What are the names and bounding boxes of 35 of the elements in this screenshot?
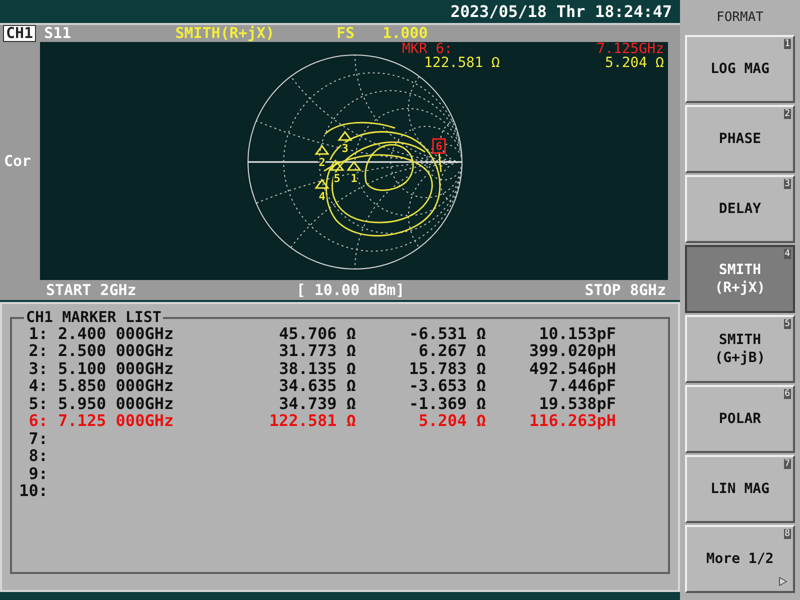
marker-equivalent-value: 116.263pH: [528, 411, 616, 432]
softkey-number: 2: [784, 109, 791, 119]
softkey-number: 1: [784, 39, 791, 49]
softkey-number: 8: [784, 529, 791, 539]
marker-equivalent-value: 10.153pF: [538, 322, 616, 344]
softkey-button[interactable]: POLAR 6: [685, 385, 795, 453]
marker-readout-reactance: 5.204 Ω: [604, 56, 664, 70]
correction-label: Cor: [4, 150, 32, 172]
format-label: SMITH(R+jX): [175, 23, 275, 44]
marker-readout-label: MKR 6:: [402, 42, 453, 56]
start-frequency: START 2GHz: [46, 280, 136, 301]
softkey-button[interactable]: SMITH (R+jX) 4: [685, 245, 795, 313]
softkey-number: 6: [784, 389, 791, 399]
date-time: 2023/05/18 Thr 18:24:47: [450, 0, 672, 22]
parameter-label: S11: [44, 23, 72, 44]
power-level: [ 10.00 dBm]: [296, 280, 405, 301]
softkey-button[interactable]: LIN MAG 7: [685, 455, 795, 523]
softkey-button[interactable]: LOG MAG 1: [685, 35, 795, 103]
marker-list-title: CH1 MARKER LIST: [25, 310, 162, 325]
softkey-button[interactable]: PHASE 2: [685, 105, 795, 173]
softkey-number: 4: [784, 249, 791, 259]
scale-value: 1.000: [382, 23, 428, 42]
channel-label: CH1: [3, 25, 36, 42]
marker-readout-resistance: 122.581 Ω: [424, 56, 500, 70]
softkey-button[interactable]: SMITH (G+jB) 5: [685, 315, 795, 383]
scale-label: FS: [336, 23, 355, 44]
softkey-button[interactable]: DELAY 3: [685, 175, 795, 243]
marker-symbol: 6: [432, 138, 446, 154]
softkey-number: 3: [784, 179, 791, 189]
stop-frequency: STOP 8GHz: [584, 280, 666, 301]
marker-readout-frequency: 7.125GHz: [596, 42, 664, 56]
softkey-number: 7: [784, 459, 791, 469]
menu-title: FORMAT: [716, 8, 764, 27]
softkey-number: 5: [784, 319, 791, 329]
softkey-button[interactable]: More 1/2 8: [685, 525, 795, 593]
